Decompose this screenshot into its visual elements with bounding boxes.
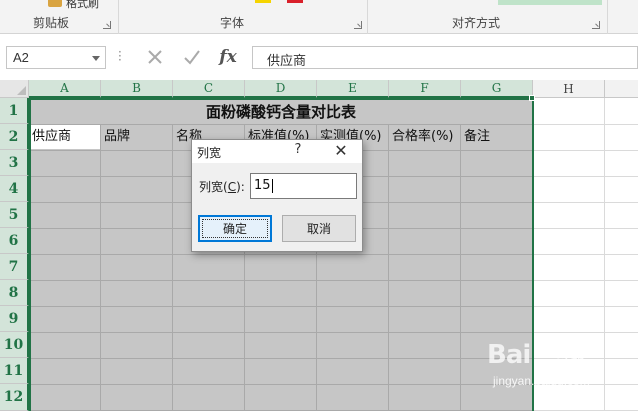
- column-header-d[interactable]: D: [245, 80, 317, 98]
- fx-icon: fx: [219, 47, 237, 67]
- clipboard-launcher-icon[interactable]: [103, 21, 111, 29]
- gridline: [534, 254, 638, 255]
- row-header-4[interactable]: 4: [0, 176, 29, 202]
- font-launcher-icon[interactable]: [354, 21, 362, 29]
- gridline: [534, 150, 638, 151]
- baidu-watermark: Bai 经验 jingyan.baidu.com: [487, 340, 607, 400]
- group-separator: [118, 0, 119, 34]
- font-color-swatch[interactable]: [287, 0, 303, 3]
- alignment-launcher-icon[interactable]: [592, 21, 600, 29]
- close-icon[interactable]: ✕: [332, 142, 350, 160]
- dialog-title: 列宽: [197, 146, 222, 160]
- name-box-value: A2: [13, 50, 29, 65]
- gridline: [534, 228, 638, 229]
- column-header-i[interactable]: [605, 80, 638, 98]
- gridline: [534, 306, 638, 307]
- watermark-logo-suffix: 经验: [557, 349, 585, 365]
- gridline: [534, 124, 638, 125]
- column-width-value: 15: [254, 178, 271, 193]
- row-header-11[interactable]: 11: [0, 358, 29, 384]
- row-header-6[interactable]: 6: [0, 228, 29, 254]
- row-header-9[interactable]: 9: [0, 306, 29, 332]
- watermark-url: jingyan.baidu.com: [493, 374, 590, 388]
- help-icon[interactable]: ?: [290, 142, 306, 160]
- cancel-button[interactable]: 取消: [282, 215, 356, 242]
- group-alignment-label: 对齐方式: [452, 16, 501, 30]
- insert-function-button[interactable]: fx: [216, 45, 240, 69]
- row-header-3[interactable]: 3: [0, 150, 29, 176]
- confirm-entry-button[interactable]: [180, 45, 204, 69]
- ribbon: 格式刷 剪贴板 字体 对齐方式: [0, 0, 638, 34]
- row-header-5[interactable]: 5: [0, 202, 29, 228]
- select-all-button[interactable]: [0, 80, 29, 98]
- cancel-entry-button[interactable]: [143, 45, 167, 69]
- column-width-label: 列宽(C):: [199, 180, 245, 194]
- merge-center-button[interactable]: [498, 0, 602, 5]
- column-header-b[interactable]: B: [101, 80, 173, 98]
- close-icon: [148, 50, 162, 64]
- fill-handle[interactable]: [529, 95, 535, 101]
- formula-content: 供应商: [267, 54, 307, 69]
- dialog-title-bar[interactable]: 列宽 ? ✕: [192, 140, 362, 163]
- formula-input[interactable]: 供应商: [252, 46, 638, 69]
- gridline: [534, 280, 638, 281]
- column-width-input[interactable]: 15: [250, 173, 357, 199]
- group-clipboard-label: 剪贴板: [33, 16, 70, 30]
- row-header-2[interactable]: 2: [0, 124, 29, 150]
- row-header-1[interactable]: 1: [0, 98, 29, 124]
- gridline: [534, 332, 638, 333]
- column-width-dialog: 列宽 ? ✕ 列宽(C): 15 确定 取消: [191, 139, 363, 252]
- row-header-7[interactable]: 7: [0, 254, 29, 280]
- row-header-12[interactable]: 12: [0, 384, 29, 411]
- group-separator: [607, 0, 608, 34]
- column-header-h[interactable]: H: [533, 80, 605, 98]
- highlight-color-swatch[interactable]: [255, 0, 271, 3]
- watermark-logo: Bai: [487, 340, 531, 370]
- column-header-a[interactable]: A: [29, 80, 101, 98]
- column-header-c[interactable]: C: [173, 80, 245, 98]
- group-separator: [367, 0, 368, 34]
- gridline: [534, 176, 638, 177]
- more-dots-icon[interactable]: · · ·: [118, 46, 122, 66]
- column-header-e[interactable]: E: [317, 80, 389, 98]
- gridline: [534, 202, 638, 203]
- group-font-label: 字体: [220, 16, 245, 30]
- check-icon: [184, 50, 200, 65]
- row-header-8[interactable]: 8: [0, 280, 29, 306]
- name-box[interactable]: A2: [6, 46, 106, 69]
- row-header-10[interactable]: 10: [0, 332, 29, 358]
- column-header-g[interactable]: G: [461, 80, 533, 98]
- chevron-down-icon[interactable]: [92, 56, 100, 61]
- ok-button[interactable]: 确定: [198, 215, 272, 242]
- format-painter-icon[interactable]: [48, 0, 62, 7]
- format-painter-label[interactable]: 格式刷: [66, 0, 99, 11]
- column-header-f[interactable]: F: [389, 80, 461, 98]
